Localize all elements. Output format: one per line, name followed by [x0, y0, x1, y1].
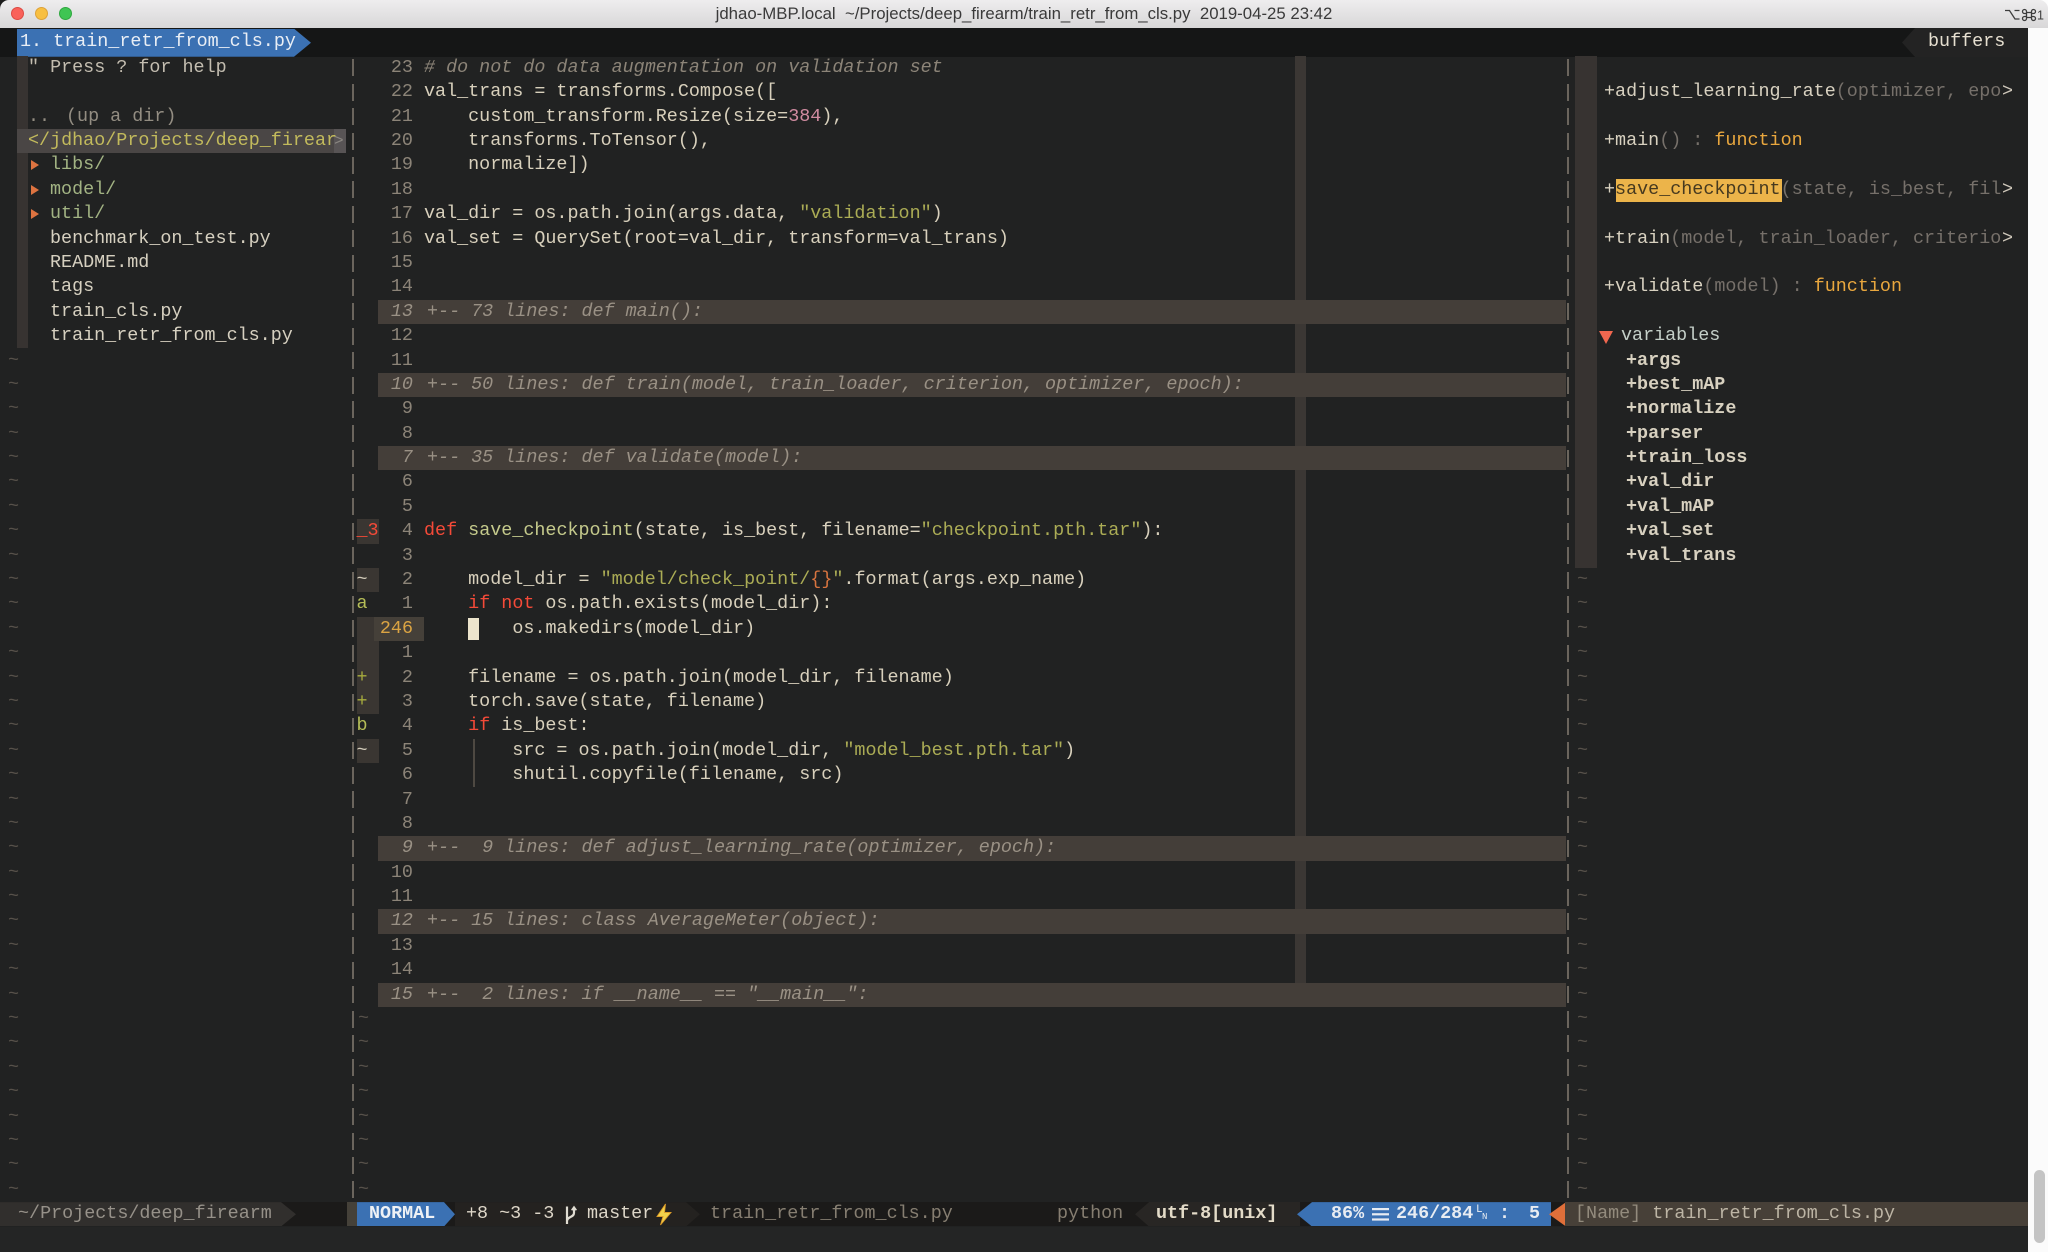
- svg-text:1: 1: [2037, 8, 2044, 22]
